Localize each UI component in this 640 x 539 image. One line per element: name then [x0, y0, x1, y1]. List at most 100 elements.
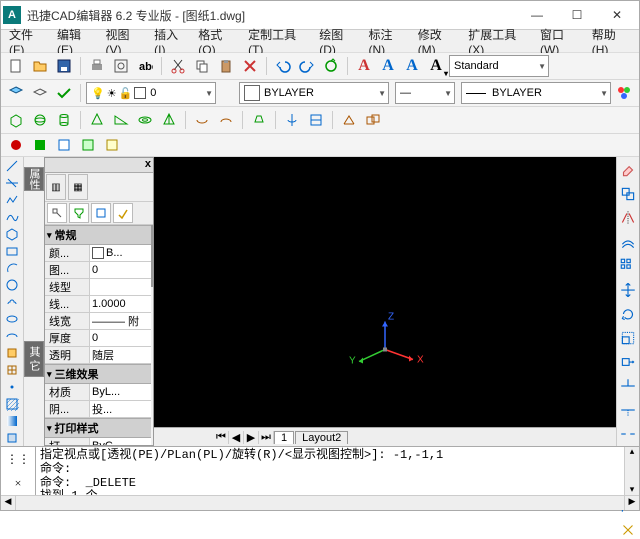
drawing-canvas[interactable]: X Y Z	[154, 157, 616, 427]
text-a1-icon[interactable]: A	[353, 55, 375, 77]
panel-menu-icon[interactable]: ▦	[68, 174, 88, 200]
copy-icon[interactable]	[191, 55, 213, 77]
pyramid-icon[interactable]	[158, 109, 180, 131]
section-3d[interactable]: 三维效果	[45, 364, 151, 384]
prop-material[interactable]: 材质ByL...	[45, 384, 151, 401]
xline-icon[interactable]	[3, 176, 21, 190]
line-icon[interactable]	[3, 159, 21, 173]
img-clip-icon[interactable]	[77, 134, 99, 156]
block-insert-icon[interactable]	[3, 346, 21, 360]
scale-icon[interactable]	[619, 329, 637, 347]
copy-obj-icon[interactable]	[619, 185, 637, 203]
prop-layer[interactable]: 图...0	[45, 262, 151, 279]
gradient-icon[interactable]	[3, 414, 21, 428]
text-a3-icon[interactable]: A	[401, 55, 423, 77]
lineweight-dropdown[interactable]: BYLAYER	[461, 82, 611, 104]
point-icon[interactable]	[3, 380, 21, 394]
layer-manager-icon[interactable]	[5, 82, 27, 104]
img-green-icon[interactable]	[29, 134, 51, 156]
slice-icon[interactable]	[305, 109, 327, 131]
color-picker-icon[interactable]	[613, 82, 635, 104]
extrude-icon[interactable]	[248, 109, 270, 131]
torus-icon[interactable]	[134, 109, 156, 131]
text-style-dropdown[interactable]: Standard	[449, 55, 549, 77]
prop-linetype[interactable]: 线型	[45, 279, 151, 296]
break-icon[interactable]	[619, 425, 637, 443]
paste-icon[interactable]	[215, 55, 237, 77]
img-adjust-icon[interactable]	[101, 134, 123, 156]
tab-nav-prev[interactable]: ◀	[229, 431, 244, 444]
revolve-icon[interactable]	[281, 109, 303, 131]
panel-close-icon[interactable]: x	[45, 158, 153, 173]
toggle-pick-icon[interactable]	[113, 203, 133, 223]
save-icon[interactable]	[53, 55, 75, 77]
command-window[interactable]: ⋮⋮× 指定视点或[透视(PE)/PLan(PL)/旋转(R)/<显示视图控制>…	[1, 446, 639, 495]
text-a-standard-icon[interactable]: A▾	[425, 55, 447, 77]
prop-shadow[interactable]: 阴...投...	[45, 401, 151, 418]
print-icon[interactable]	[86, 55, 108, 77]
polygon-icon[interactable]	[3, 227, 21, 241]
box-icon[interactable]	[5, 109, 27, 131]
command-scrollbar[interactable]: ▴▾	[624, 447, 639, 495]
sidebar-tab-properties[interactable]: 属性	[24, 167, 44, 191]
stretch-icon[interactable]	[619, 353, 637, 371]
quick-select-icon[interactable]	[69, 203, 89, 223]
dome-icon[interactable]	[215, 109, 237, 131]
revcloud-icon[interactable]	[3, 295, 21, 309]
ellipse-arc-icon[interactable]	[3, 329, 21, 343]
explode-icon[interactable]	[619, 521, 637, 539]
tab-1[interactable]: 1	[274, 431, 294, 444]
cut-icon[interactable]	[167, 55, 189, 77]
extend-icon[interactable]	[619, 401, 637, 419]
array-icon[interactable]	[619, 257, 637, 275]
tab-nav-last[interactable]: ⏭	[259, 431, 274, 444]
erase-icon[interactable]	[619, 161, 637, 179]
region-icon[interactable]	[3, 431, 21, 445]
tab-nav-first[interactable]: ⏮	[214, 431, 229, 444]
prop-thickness[interactable]: 厚度0	[45, 330, 151, 347]
hatch-icon[interactable]	[3, 397, 21, 411]
pline-icon[interactable]	[3, 193, 21, 207]
undo-icon[interactable]	[272, 55, 294, 77]
section-icon[interactable]	[338, 109, 360, 131]
new-icon[interactable]	[5, 55, 27, 77]
panel-pin-icon[interactable]: ▥	[46, 174, 66, 200]
open-icon[interactable]	[29, 55, 51, 77]
ellipse-icon[interactable]	[3, 312, 21, 326]
dish-icon[interactable]	[191, 109, 213, 131]
pickadd-icon[interactable]	[91, 203, 111, 223]
offset-icon[interactable]	[619, 233, 637, 251]
section-plot[interactable]: 打印样式	[45, 418, 151, 438]
trim-icon[interactable]	[619, 377, 637, 395]
block-make-icon[interactable]	[3, 363, 21, 377]
layer-prev-icon[interactable]	[29, 82, 51, 104]
hscrollbar[interactable]: ◀▶	[1, 495, 639, 510]
refresh-icon[interactable]	[320, 55, 342, 77]
section-general[interactable]: 常规	[45, 225, 151, 245]
img-frame-icon[interactable]	[53, 134, 75, 156]
img-red-icon[interactable]	[5, 134, 27, 156]
cylinder-icon[interactable]	[53, 109, 75, 131]
prop-scrollbar[interactable]	[151, 225, 153, 445]
prop-color[interactable]: 颜...B...	[45, 245, 151, 262]
sidebar-tab-other[interactable]: 其 它	[24, 341, 44, 377]
rect-icon[interactable]	[3, 244, 21, 258]
color-dropdown[interactable]: BYLAYER	[239, 82, 389, 104]
redo-icon[interactable]	[296, 55, 318, 77]
find-icon[interactable]: abc	[134, 55, 156, 77]
sphere-icon[interactable]	[29, 109, 51, 131]
tab-layout2[interactable]: Layout2	[295, 431, 348, 444]
spline-icon[interactable]	[3, 210, 21, 224]
prop-transparency[interactable]: 透明随层	[45, 347, 151, 364]
cone-icon[interactable]	[86, 109, 108, 131]
delete-icon[interactable]	[239, 55, 261, 77]
prop-lineweight[interactable]: 线宽——— 附	[45, 313, 151, 330]
text-a2-icon[interactable]: A	[377, 55, 399, 77]
wedge-icon[interactable]	[110, 109, 132, 131]
command-handle[interactable]: ⋮⋮×	[1, 447, 36, 495]
arc-icon[interactable]	[3, 261, 21, 275]
tab-nav-next[interactable]: ▶	[244, 431, 259, 444]
linetype-dropdown[interactable]: —	[395, 82, 455, 104]
layer-state-icon[interactable]	[53, 82, 75, 104]
prop-plot1[interactable]: 打...ByC...	[45, 438, 151, 445]
